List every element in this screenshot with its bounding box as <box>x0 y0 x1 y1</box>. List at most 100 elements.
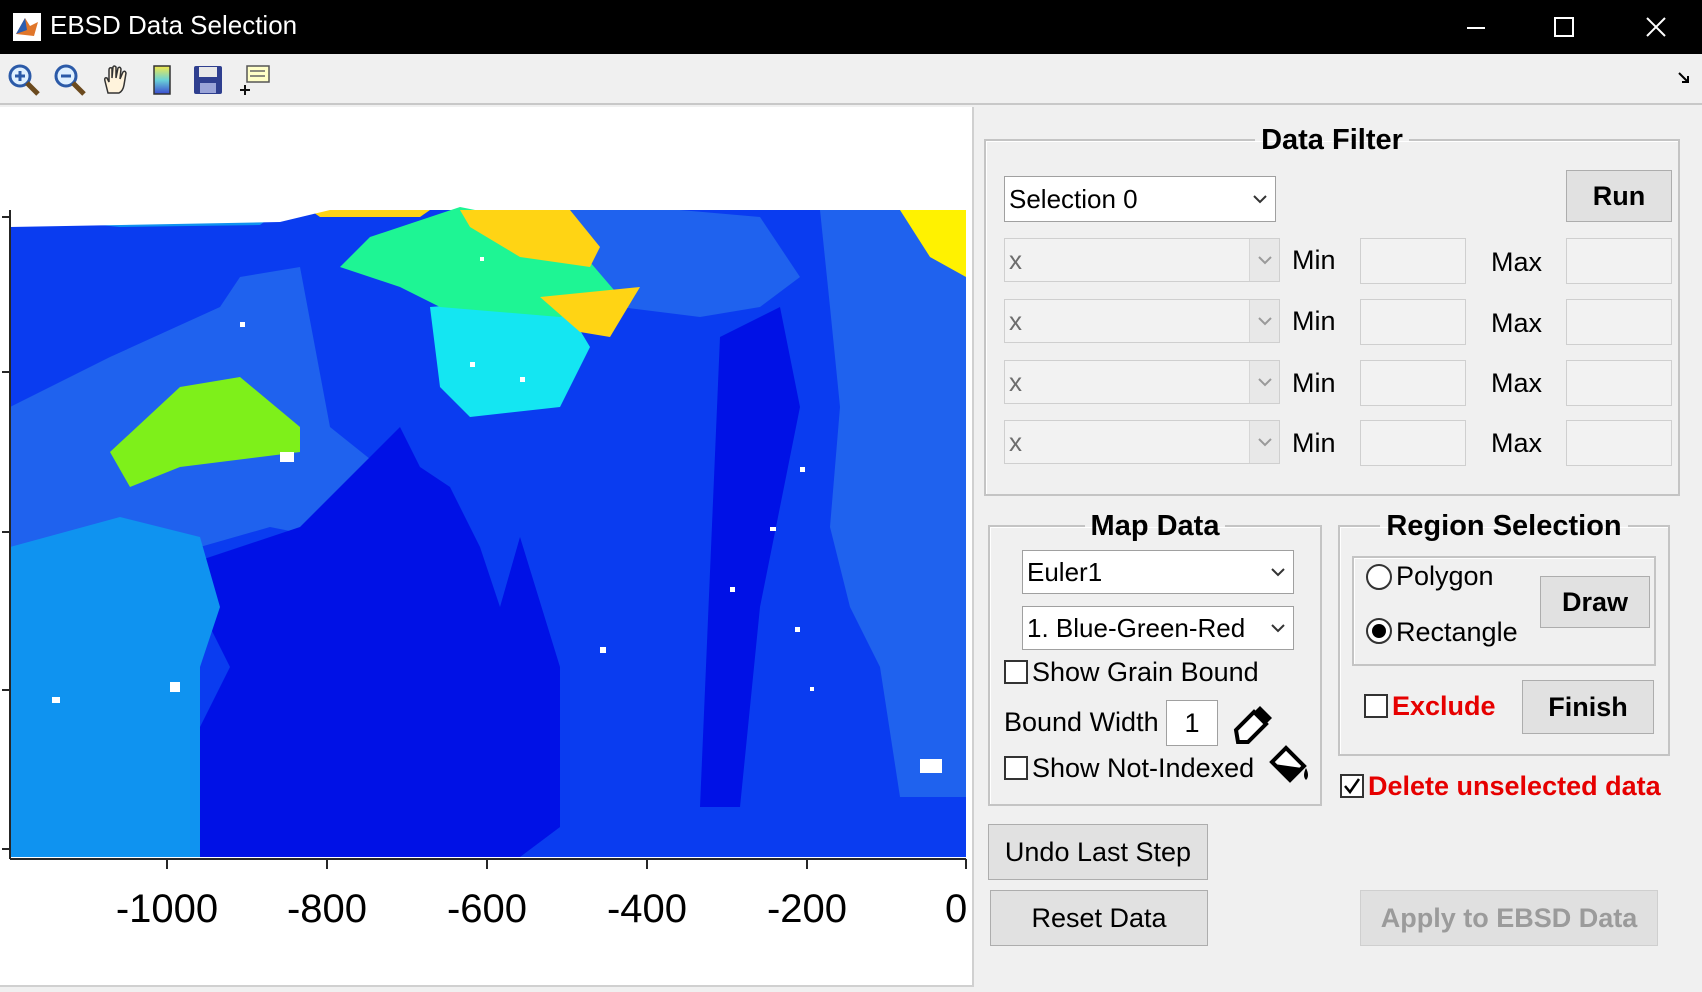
figure-toolbar <box>0 54 1702 105</box>
selection-value: Selection 0 <box>1009 183 1138 214</box>
min-input[interactable] <box>1360 420 1466 466</box>
chevron-down-icon <box>1249 421 1279 463</box>
plot-panel: -1000 -800 -600 -400 -200 0 <box>0 107 974 987</box>
max-label: Max <box>1491 308 1543 338</box>
filter-field-dropdown[interactable]: x <box>1004 420 1280 464</box>
filter-field-dropdown[interactable]: x <box>1004 299 1280 343</box>
rectangle-radio[interactable] <box>1366 618 1392 644</box>
draw-button[interactable]: Draw <box>1540 576 1650 628</box>
minimize-icon <box>1467 27 1485 29</box>
chevron-down-icon <box>1249 361 1279 403</box>
min-input[interactable] <box>1360 360 1466 406</box>
matlab-icon <box>13 13 41 41</box>
min-label: Min <box>1292 306 1336 336</box>
pan-hand-icon <box>104 65 127 94</box>
window-title: EBSD Data Selection <box>50 10 298 40</box>
save-icon <box>194 66 222 94</box>
colorbar-button[interactable] <box>142 62 182 98</box>
filter-field-value: x <box>1009 426 1022 457</box>
show-not-indexed-checkbox[interactable] <box>1004 756 1028 780</box>
data-cursor-button[interactable] <box>234 62 274 98</box>
filter-field-value: x <box>1009 305 1022 336</box>
chevron-down-icon <box>1249 300 1279 342</box>
x-tick-label: 0 <box>945 887 968 931</box>
max-input[interactable] <box>1566 238 1672 284</box>
zoom-out-button[interactable] <box>50 62 90 98</box>
exclude-label: Exclude <box>1392 691 1496 721</box>
show-grain-bound-checkbox[interactable] <box>1004 660 1028 684</box>
data-cursor-icon <box>240 65 270 95</box>
delete-unselected-label: Delete unselected data <box>1368 771 1661 801</box>
maximize-button[interactable] <box>1518 0 1610 54</box>
chevron-down-icon <box>1245 177 1275 221</box>
max-label: Max <box>1491 428 1543 458</box>
bound-width-label: Bound Width <box>1004 707 1159 737</box>
filter-field-value: x <box>1009 244 1022 275</box>
x-tick-label: -800 <box>286 887 368 931</box>
chevron-down-icon <box>1263 551 1293 593</box>
zoom-in-button[interactable] <box>4 62 44 98</box>
max-input[interactable] <box>1566 420 1672 466</box>
ebsd-map <box>10 207 966 857</box>
x-tick-label: -200 <box>766 887 848 931</box>
zoom-in-icon <box>8 64 40 96</box>
min-input[interactable] <box>1360 299 1466 345</box>
data-filter-legend: Data Filter <box>1261 124 1403 156</box>
chevron-down-icon <box>1263 607 1293 649</box>
min-label: Min <box>1292 368 1336 398</box>
polygon-radio[interactable] <box>1366 564 1392 590</box>
x-tick-label: -400 <box>606 887 688 931</box>
delete-unselected-checkbox[interactable] <box>1340 774 1364 798</box>
colormap-value: 1. Blue-Green-Red <box>1027 612 1246 643</box>
region-selection-legend: Region Selection <box>1386 510 1622 542</box>
reset-data-button[interactable]: Reset Data <box>990 890 1208 946</box>
rectangle-label: Rectangle <box>1396 617 1518 647</box>
map-data-dropdown[interactable]: Euler1 <box>1022 550 1294 594</box>
close-button[interactable] <box>1610 0 1702 54</box>
ebsd-map-axes[interactable] <box>0 107 974 987</box>
maximize-icon <box>1554 17 1574 37</box>
zoom-out-icon <box>54 64 86 96</box>
show-not-indexed-label: Show Not-Indexed <box>1032 753 1255 783</box>
undo-last-step-button[interactable]: Undo Last Step <box>988 824 1208 880</box>
radio-selected-dot <box>1372 624 1386 638</box>
max-input[interactable] <box>1566 360 1672 406</box>
dock-arrow-icon[interactable] <box>1676 68 1694 91</box>
max-input[interactable] <box>1566 299 1672 345</box>
finish-button[interactable]: Finish <box>1522 680 1654 734</box>
apply-to-ebsd-data-button[interactable]: Apply to EBSD Data <box>1360 890 1658 946</box>
bound-width-input[interactable]: 1 <box>1166 700 1218 746</box>
minimize-button[interactable] <box>1430 0 1522 54</box>
min-label: Min <box>1292 245 1336 275</box>
map-region-light-blue <box>10 517 220 857</box>
map-data-legend: Map Data <box>1090 510 1220 542</box>
save-button[interactable] <box>188 62 228 98</box>
x-ticks <box>166 859 967 869</box>
eraser-pen-icon[interactable] <box>1232 700 1276 749</box>
map-data-value: Euler1 <box>1027 556 1103 587</box>
colorbar-icon <box>153 65 171 95</box>
paint-bucket-icon[interactable] <box>1266 744 1312 795</box>
chevron-down-icon <box>1249 239 1279 281</box>
show-grain-bound-label: Show Grain Bound <box>1032 657 1259 687</box>
x-tick-label: -600 <box>446 887 528 931</box>
pan-button[interactable] <box>96 62 136 98</box>
checkmark-icon <box>1344 778 1361 795</box>
run-button[interactable]: Run <box>1566 170 1672 222</box>
max-label: Max <box>1491 368 1543 398</box>
filter-field-dropdown[interactable]: x <box>1004 360 1280 404</box>
map-region-yellow-top <box>310 210 430 217</box>
min-label: Min <box>1292 428 1336 458</box>
filter-field-value: x <box>1009 366 1022 397</box>
x-tick-label: -1000 <box>115 887 219 931</box>
min-input[interactable] <box>1360 238 1466 284</box>
exclude-checkbox[interactable] <box>1364 694 1388 718</box>
polygon-label: Polygon <box>1396 561 1494 591</box>
y-ticks <box>2 216 10 850</box>
selection-dropdown[interactable]: Selection 0 <box>1004 176 1276 222</box>
title-bar: EBSD Data Selection <box>0 0 1702 54</box>
max-label: Max <box>1491 247 1543 277</box>
filter-field-dropdown[interactable]: x <box>1004 238 1280 282</box>
colormap-dropdown[interactable]: 1. Blue-Green-Red <box>1022 606 1294 650</box>
close-icon <box>1646 17 1666 37</box>
